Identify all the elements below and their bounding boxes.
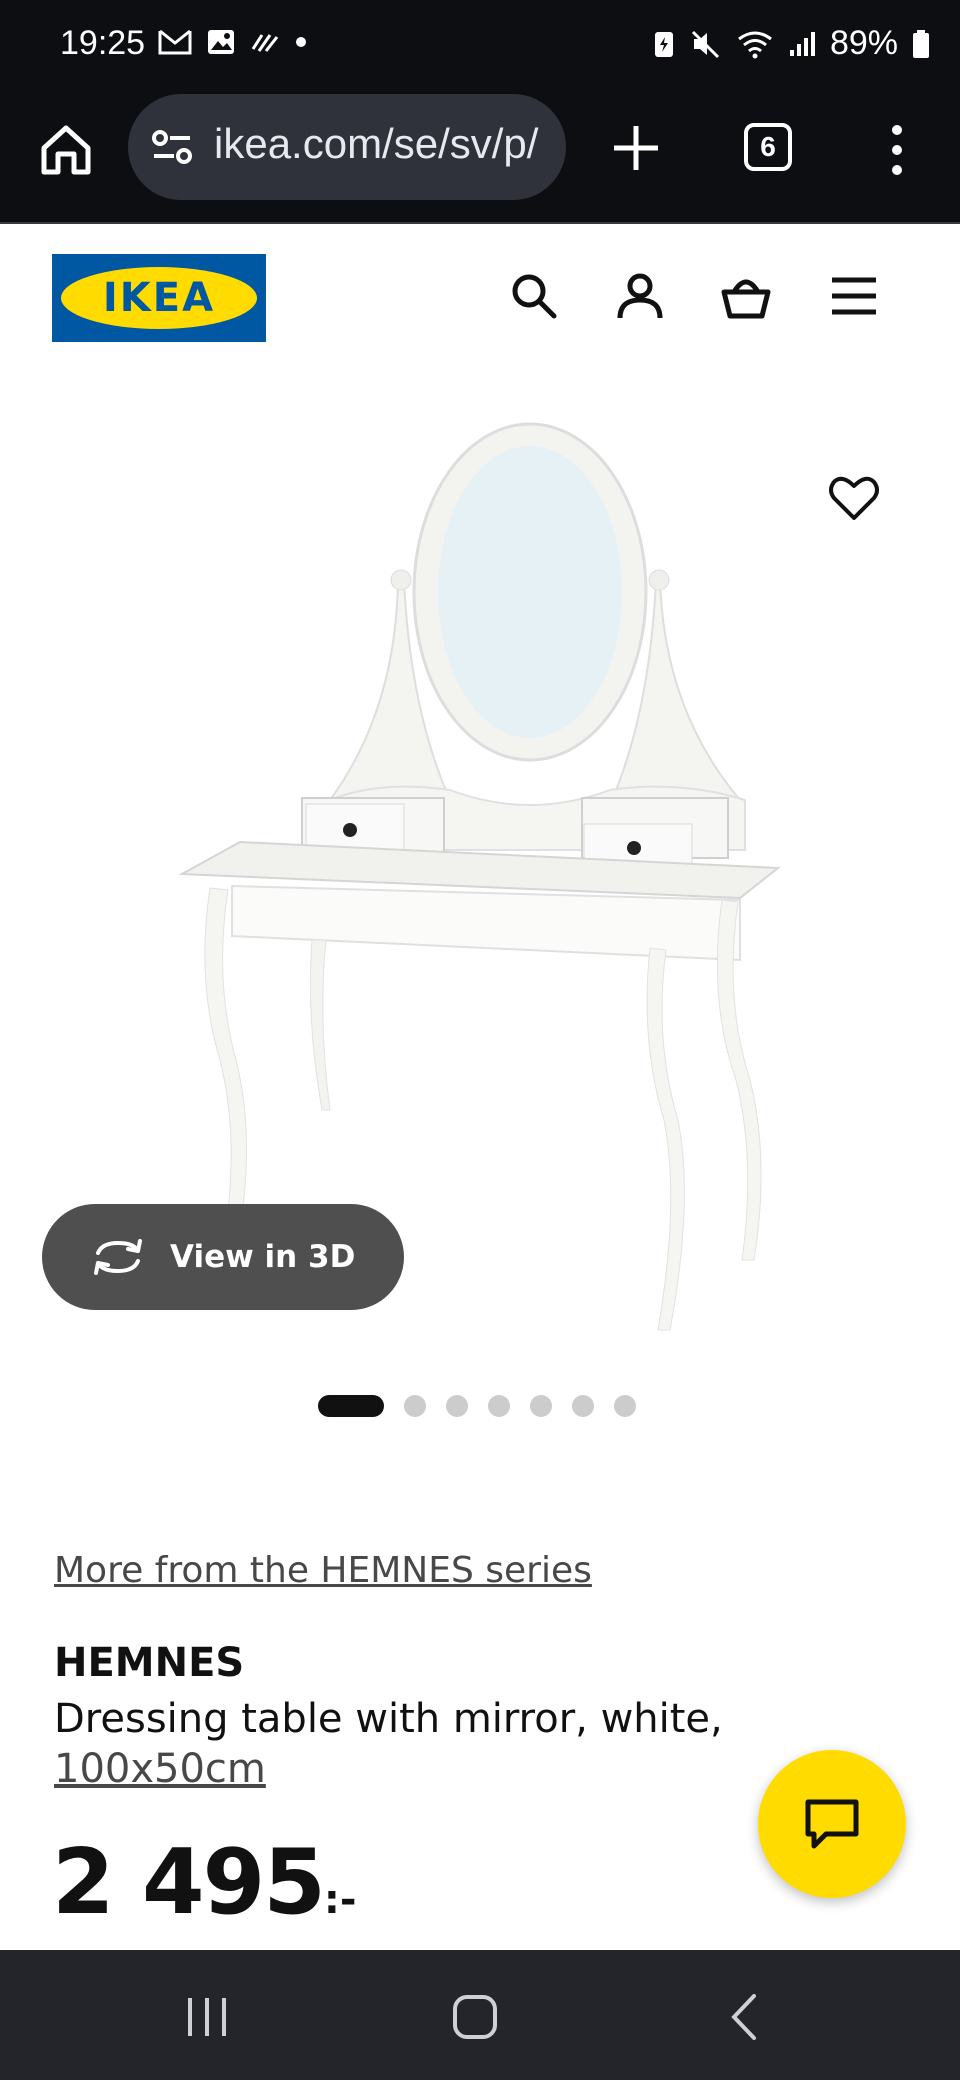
view-in-3d-button[interactable]: View in 3D: [42, 1204, 404, 1310]
price-value: 2 495: [52, 1830, 326, 1935]
status-time: 19:25: [60, 24, 146, 62]
carousel-dot-6[interactable]: [572, 1395, 594, 1417]
tab-switcher-button[interactable]: 6: [744, 123, 792, 171]
product-image[interactable]: [0, 380, 960, 1340]
activity-icon: [251, 34, 279, 52]
product-description: Dressing table with mirror, white,: [54, 1696, 723, 1742]
hamburger-menu-icon[interactable]: [828, 270, 880, 322]
search-icon[interactable]: [508, 270, 560, 322]
rotate-3d-icon: [94, 1239, 142, 1275]
carousel-dot-5[interactable]: [530, 1395, 552, 1417]
system-navigation-bar: [0, 1950, 960, 2080]
site-settings-icon[interactable]: [150, 128, 194, 166]
ikea-logo[interactable]: IKEA: [52, 254, 266, 342]
carousel-dot-4[interactable]: [488, 1395, 510, 1417]
home-nav-icon[interactable]: [450, 1992, 500, 2042]
wifi-icon: [738, 31, 772, 58]
mute-icon: [691, 30, 719, 58]
chat-button[interactable]: [758, 1750, 906, 1898]
logo-oval: IKEA: [61, 267, 257, 329]
product-size-link[interactable]: 100x50cm: [54, 1746, 266, 1792]
carousel-dot-7[interactable]: [614, 1395, 636, 1417]
basket-icon[interactable]: [720, 270, 772, 322]
favorite-heart-icon[interactable]: [826, 470, 882, 526]
account-icon[interactable]: [614, 270, 666, 322]
url-text[interactable]: ikea.com/se/sv/p/: [214, 120, 554, 168]
home-icon[interactable]: [38, 122, 94, 178]
signal-icon: [789, 31, 815, 56]
logo-text: IKEA: [102, 275, 216, 321]
more-options-icon[interactable]: [882, 122, 912, 178]
new-tab-icon[interactable]: [610, 122, 662, 174]
gmail-icon: [158, 29, 192, 55]
battery-saver-icon: [654, 31, 673, 57]
dot-icon: [296, 37, 306, 47]
battery-percent: 89%: [829, 24, 898, 62]
back-icon[interactable]: [720, 1992, 770, 2042]
browser-toolbar: ikea.com/se/sv/p/ 6: [0, 92, 960, 224]
gallery-icon: [208, 30, 234, 54]
product-name: HEMNES: [54, 1640, 245, 1686]
status-bar: 19:25 89%: [0, 0, 960, 92]
url-bar[interactable]: ikea.com/se/sv/p/: [128, 94, 566, 200]
notification-icons: [158, 28, 308, 56]
carousel-dot-3[interactable]: [446, 1395, 468, 1417]
recent-apps-icon[interactable]: [182, 1992, 232, 2042]
system-icons: 89%: [652, 24, 930, 63]
product-price: 2 495:-: [52, 1830, 356, 1935]
chat-icon: [805, 1799, 859, 1849]
series-link[interactable]: More from the HEMNES series: [54, 1550, 592, 1591]
carousel-dot-2[interactable]: [404, 1395, 426, 1417]
image-carousel-indicator[interactable]: [318, 1395, 636, 1417]
price-suffix: :-: [323, 1877, 357, 1923]
carousel-dot-1[interactable]: [318, 1395, 384, 1417]
battery-icon: [913, 29, 929, 58]
view-in-3d-label: View in 3D: [170, 1239, 356, 1275]
